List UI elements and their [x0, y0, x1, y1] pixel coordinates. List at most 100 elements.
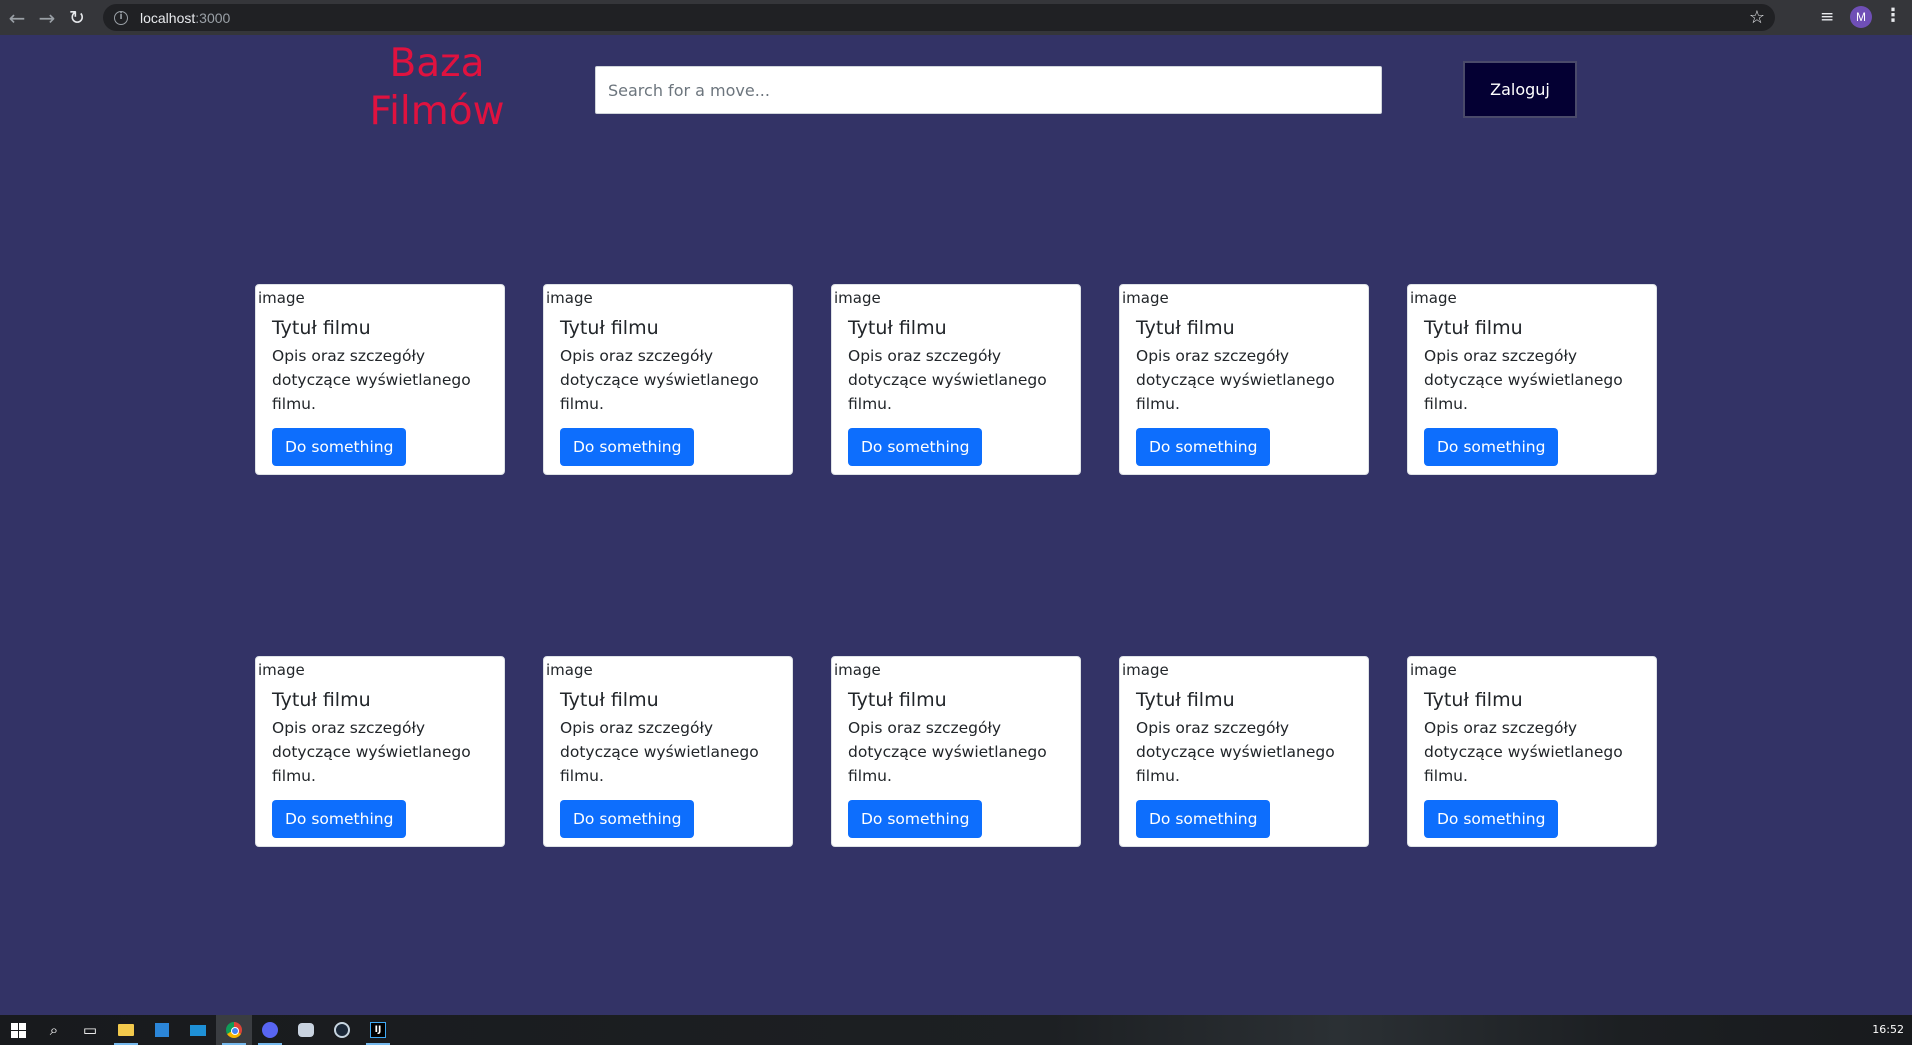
do-something-button[interactable]: Do something: [1136, 428, 1271, 466]
discord-icon[interactable]: [252, 1015, 288, 1045]
login-button[interactable]: Zaloguj: [1463, 61, 1577, 118]
windows-taskbar: ⌕ ▭ IJ 16:52: [0, 1015, 1912, 1045]
card-body: Tytuł filmu Opis oraz szczegóły dotycząc…: [832, 310, 1080, 466]
do-something-button[interactable]: Do something: [1424, 800, 1559, 838]
movie-card: image Tytuł filmu Opis oraz szczegóły do…: [831, 656, 1081, 847]
movie-card: image Tytuł filmu Opis oraz szczegóły do…: [543, 656, 793, 847]
search-input[interactable]: [595, 66, 1382, 114]
start-windows-icon[interactable]: [0, 1015, 36, 1045]
card-image-broken: image: [1120, 657, 1368, 682]
movie-card: image Tytuł filmu Opis oraz szczegóły do…: [1119, 656, 1369, 847]
card-title: Tytuł filmu: [272, 689, 371, 711]
info-icon[interactable]: i: [114, 10, 128, 25]
profile-avatar[interactable]: M: [1850, 6, 1872, 28]
card-title: Tytuł filmu: [848, 317, 947, 339]
address-bar[interactable]: i localhost:3000 ☆: [103, 4, 1775, 31]
card-image-broken: image: [832, 657, 1080, 682]
movie-card: image Tytuł filmu Opis oraz szczegóły do…: [543, 284, 793, 475]
logo-line-2: Filmów: [369, 89, 505, 134]
card-image-alt: image: [1410, 288, 1457, 307]
card-title: Tytuł filmu: [848, 689, 947, 711]
do-something-button[interactable]: Do something: [560, 428, 695, 466]
card-text: Opis oraz szczegóły dotyczące wyświetlan…: [272, 719, 471, 785]
do-something-button[interactable]: Do something: [272, 428, 407, 466]
card-body: Tytuł filmu Opis oraz szczegóły dotycząc…: [544, 310, 792, 466]
search-icon[interactable]: ⌕: [36, 1015, 72, 1045]
movie-card: image Tytuł filmu Opis oraz szczegóły do…: [1119, 284, 1369, 475]
movie-card: image Tytuł filmu Opis oraz szczegóły do…: [255, 284, 505, 475]
task-view-icon[interactable]: ▭: [72, 1015, 108, 1045]
card-text: Opis oraz szczegóły dotyczące wyświetlan…: [560, 347, 759, 413]
game-launcher-icon[interactable]: [288, 1015, 324, 1045]
card-text: Opis oraz szczegóły dotyczące wyświetlan…: [848, 719, 1047, 785]
site-logo[interactable]: Baza Filmów: [352, 40, 522, 136]
playlist-icon[interactable]: ≡: [1820, 7, 1834, 27]
mail-icon[interactable]: [180, 1015, 216, 1045]
card-image-broken: image: [544, 657, 792, 682]
chrome-icon[interactable]: [216, 1015, 252, 1045]
card-title: Tytuł filmu: [1136, 317, 1235, 339]
card-image-broken: image: [256, 657, 504, 682]
card-image-alt: image: [258, 660, 305, 679]
do-something-button[interactable]: Do something: [848, 428, 983, 466]
back-arrow-icon[interactable]: ←: [2, 3, 32, 33]
movie-card: image Tytuł filmu Opis oraz szczegóły do…: [255, 656, 505, 847]
intellij-icon[interactable]: IJ: [360, 1015, 396, 1045]
card-body: Tytuł filmu Opis oraz szczegóły dotycząc…: [256, 682, 504, 838]
card-image-broken: image: [1408, 657, 1656, 682]
card-title: Tytuł filmu: [272, 317, 371, 339]
card-body: Tytuł filmu Opis oraz szczegóły dotycząc…: [1120, 682, 1368, 838]
movie-card-grid: image Tytuł filmu Opis oraz szczegóły do…: [255, 284, 1657, 847]
card-body: Tytuł filmu Opis oraz szczegóły dotycząc…: [1408, 310, 1656, 466]
steam-icon[interactable]: [324, 1015, 360, 1045]
card-text: Opis oraz szczegóły dotyczące wyświetlan…: [1424, 347, 1623, 413]
card-image-broken: image: [832, 285, 1080, 310]
browser-toolbar: ← → ↻ i localhost:3000 ☆ ≡ M ⋮: [0, 0, 1912, 35]
card-image-alt: image: [546, 288, 593, 307]
card-title: Tytuł filmu: [560, 317, 659, 339]
card-text: Opis oraz szczegóły dotyczące wyświetlan…: [1136, 347, 1335, 413]
card-text: Opis oraz szczegóły dotyczące wyświetlan…: [1136, 719, 1335, 785]
do-something-button[interactable]: Do something: [848, 800, 983, 838]
taskbar-clock[interactable]: 16:52: [1872, 1023, 1904, 1036]
url-text[interactable]: localhost:3000: [140, 10, 230, 26]
card-text: Opis oraz szczegóły dotyczące wyświetlan…: [848, 347, 1047, 413]
card-body: Tytuł filmu Opis oraz szczegóły dotycząc…: [256, 310, 504, 466]
card-image-alt: image: [1410, 660, 1457, 679]
card-body: Tytuł filmu Opis oraz szczegóły dotycząc…: [544, 682, 792, 838]
file-explorer-icon[interactable]: [108, 1015, 144, 1045]
card-body: Tytuł filmu Opis oraz szczegóły dotycząc…: [1408, 682, 1656, 838]
card-body: Tytuł filmu Opis oraz szczegóły dotycząc…: [1120, 310, 1368, 466]
card-image-alt: image: [1122, 288, 1169, 307]
forward-arrow-icon[interactable]: →: [32, 3, 62, 33]
do-something-button[interactable]: Do something: [272, 800, 407, 838]
movie-card: image Tytuł filmu Opis oraz szczegóły do…: [1407, 284, 1657, 475]
do-something-button[interactable]: Do something: [560, 800, 695, 838]
card-image-alt: image: [834, 288, 881, 307]
store-icon[interactable]: [144, 1015, 180, 1045]
card-title: Tytuł filmu: [1424, 317, 1523, 339]
card-image-broken: image: [1408, 285, 1656, 310]
card-image-broken: image: [256, 285, 504, 310]
card-body: Tytuł filmu Opis oraz szczegóły dotycząc…: [832, 682, 1080, 838]
card-title: Tytuł filmu: [1136, 689, 1235, 711]
card-text: Opis oraz szczegóły dotyczące wyświetlan…: [1424, 719, 1623, 785]
logo-line-1: Baza: [389, 41, 485, 86]
do-something-button[interactable]: Do something: [1424, 428, 1559, 466]
do-something-button[interactable]: Do something: [1136, 800, 1271, 838]
card-image-broken: image: [544, 285, 792, 310]
card-text: Opis oraz szczegóły dotyczące wyświetlan…: [272, 347, 471, 413]
card-image-alt: image: [546, 660, 593, 679]
reload-icon[interactable]: ↻: [62, 3, 92, 33]
url-host: localhost: [140, 9, 196, 26]
kebab-menu-icon[interactable]: ⋮: [1884, 5, 1902, 26]
movie-card: image Tytuł filmu Opis oraz szczegóły do…: [1407, 656, 1657, 847]
card-title: Tytuł filmu: [560, 689, 659, 711]
card-image-broken: image: [1120, 285, 1368, 310]
card-image-alt: image: [1122, 660, 1169, 679]
url-port: :3000: [195, 9, 231, 26]
card-image-alt: image: [258, 288, 305, 307]
star-icon[interactable]: ☆: [1749, 7, 1765, 28]
movie-card: image Tytuł filmu Opis oraz szczegóły do…: [831, 284, 1081, 475]
card-image-alt: image: [834, 660, 881, 679]
